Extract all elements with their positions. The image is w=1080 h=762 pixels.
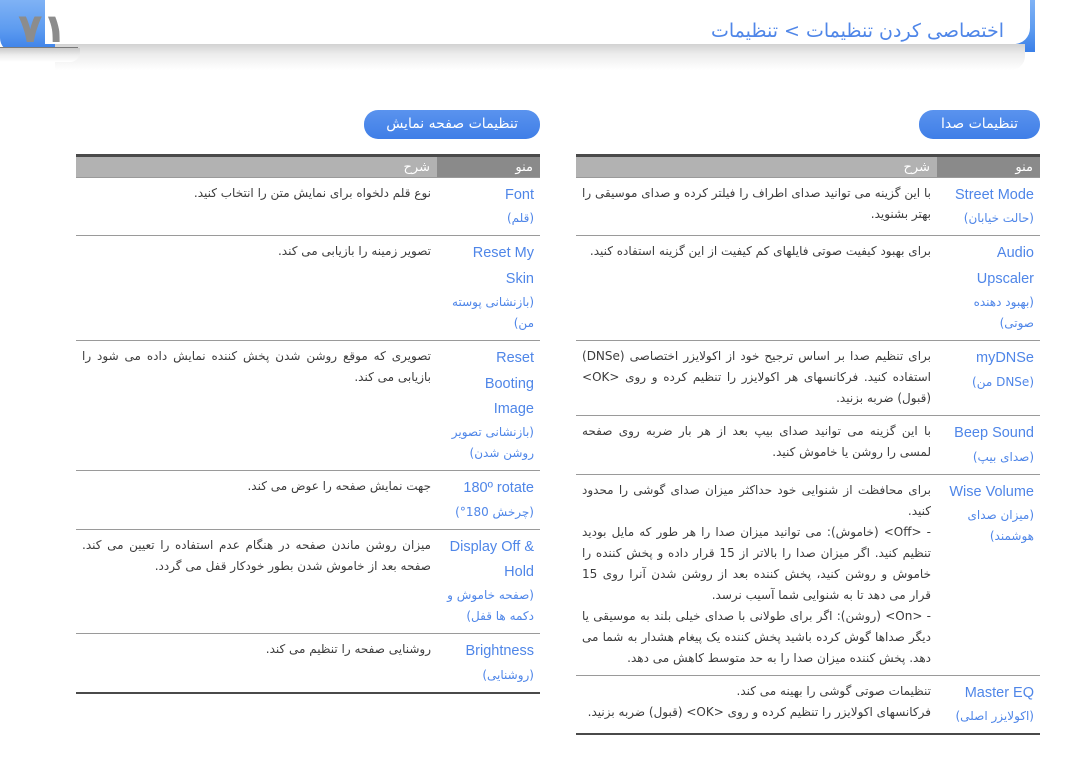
description-paragraph: جهت نمایش صفحه را عوض می کند.	[247, 479, 431, 494]
sound-badge-row: تنظیمات صدا	[576, 110, 1040, 139]
table-footer-rule	[76, 691, 540, 695]
table-row: Reset Booting Image (بازنشانی تصویر روشن …	[76, 340, 540, 471]
description-cell: برای تنظیم صدا بر اساس ترجیح خود از اکول…	[576, 340, 937, 416]
description-paragraph: روشنایی صفحه را تنظیم می کند.	[265, 642, 431, 657]
description-cell: با این گزینه می توانید صدای اطراف را فیل…	[576, 176, 937, 236]
table-row: Brightness (روشنایی) روشنایی صفحه را تنظیم…	[76, 633, 540, 693]
table-footer-rule	[576, 732, 1040, 736]
description-cell: برای محافظت از شنوایی خود حداکثر میزان ص…	[576, 473, 937, 675]
menu-label-fa: (صفحه خاموش و دکمه ها قفل)	[447, 588, 534, 624]
table-row: Wise Volume (میزان صدای هوشمند) برای محافظ…	[576, 473, 1040, 675]
menu-label-en: Beep Sound	[954, 425, 1034, 442]
description-cell: با این گزینه می توانید صدای بیپ بعد از ه…	[576, 415, 937, 474]
table-row: Street Mode (حالت خیابان) با این گزینه می …	[576, 176, 1040, 236]
page-content: تنظیمات صدا منو شرح Street Mode (حالت خیا…	[0, 110, 1080, 760]
description-paragraph: - <Off> (خاموش): می توانید میزان صدا را …	[582, 524, 931, 602]
display-settings-table: منو شرح Font (قلم) نوع قلم دلخواه برای نما…	[76, 154, 540, 695]
menu-label-en: myDNSe	[975, 350, 1034, 367]
table-row: myDNSe (DNSe من) برای تنظیم صدا بر اساس تر…	[576, 340, 1040, 416]
description-cell: روشنایی صفحه را تنظیم می کند.	[76, 633, 437, 693]
page-header: ۷۱ اختصاصی کردن تنظیمات > تنظیمات	[0, 0, 1080, 100]
table-header-row: منو شرح	[76, 154, 540, 178]
sound-settings-table: منو شرح Street Mode (حالت خیابان) با این گ…	[576, 154, 1040, 736]
description-paragraph: تصویری که موقع روشن شدن پخش کننده نمایش …	[82, 349, 431, 385]
header-shadow-sheet	[55, 44, 1025, 70]
column-header-description: شرح	[576, 154, 937, 178]
menu-label-fa: (چرخش 180°)	[455, 504, 534, 519]
section-badge-sound: تنظیمات صدا	[919, 110, 1040, 139]
description-paragraph: فرکانسهای اکولایزر را تنظیم کرده و روی <…	[587, 704, 931, 719]
menu-name-cell: Wise Volume (میزان صدای هوشمند)	[937, 473, 1040, 675]
menu-label-en: Wise Volume	[949, 483, 1034, 500]
table-row: 180º rotate (چرخش 180°) جهت نمایش صفحه را …	[76, 470, 540, 530]
menu-name-cell: Reset My Skin (بازنشانی پوسته من)	[437, 235, 540, 341]
menu-label-fa: (میزان صدای هوشمند)	[967, 507, 1034, 543]
menu-label-en: Font	[504, 187, 534, 203]
menu-label-fa: (حالت خیابان)	[963, 211, 1034, 226]
menu-name-cell: Brightness (روشنایی)	[437, 633, 540, 693]
table-row: Reset My Skin (بازنشانی پوسته من) تصویر زم…	[76, 235, 540, 341]
menu-name-cell: Font (قلم)	[437, 176, 540, 236]
menu-name-cell: Audio Upscaler (بهبود دهنده صوتی)	[937, 235, 1040, 341]
description-paragraph: تنظیمات صوتی گوشی را بهینه می کند.	[736, 683, 931, 698]
description-cell: میزان روشن ماندن صفحه در هنگام عدم استفا…	[76, 528, 437, 634]
menu-label-fa: (DNSe من)	[972, 374, 1034, 389]
table-row: Display Off & Hold (صفحه خاموش و دکمه ها …	[76, 528, 540, 634]
section-display-settings: تنظیمات صفحه نمایش منو شرح Font (قلم) نوع …	[58, 110, 558, 760]
menu-label-en: Reset Booting Image	[484, 350, 534, 417]
table-row: Beep Sound (صدای بیپ) با این گزینه می توان…	[576, 415, 1040, 474]
menu-label-en: Brightness	[465, 643, 534, 660]
description-cell: برای بهبود کیفیت صوتی فایلهای کم کیفیت ا…	[576, 235, 937, 341]
column-header-menu: منو	[437, 154, 540, 178]
menu-name-cell: Street Mode (حالت خیابان)	[937, 176, 1040, 236]
menu-label-fa: (بازنشانی تصویر روشن شدن)	[451, 425, 534, 461]
description-paragraph: - <On> (روشن): اگر برای طولانی با صدای خ…	[582, 608, 931, 665]
menu-label-en: Master EQ	[964, 684, 1034, 701]
table-row: Audio Upscaler (بهبود دهنده صوتی) برای بهب…	[576, 235, 1040, 341]
display-badge-row: تنظیمات صفحه نمایش	[76, 110, 540, 139]
menu-name-cell: Beep Sound (صدای بیپ)	[937, 415, 1040, 474]
menu-label-en: Audio Upscaler	[976, 245, 1034, 287]
menu-name-cell: Master EQ (اکولایزر اصلی)	[937, 674, 1040, 734]
menu-label-fa: (روشنایی)	[482, 667, 534, 682]
menu-name-cell: Reset Booting Image (بازنشانی تصویر روشن …	[437, 340, 540, 471]
description-paragraph: نوع قلم دلخواه برای نمایش متن را انتخاب …	[193, 186, 431, 200]
menu-label-en: Street Mode	[955, 187, 1034, 203]
table-row: Font (قلم) نوع قلم دلخواه برای نمایش متن ر…	[76, 176, 540, 236]
table-header-row: منو شرح	[576, 154, 1040, 178]
description-cell: تصویر زمینه را بازیابی می کند.	[76, 235, 437, 341]
breadcrumb: اختصاصی کردن تنظیمات > تنظیمات	[710, 20, 1004, 42]
column-header-menu: منو	[937, 154, 1040, 178]
column-header-description: شرح	[76, 154, 437, 178]
description-paragraph: با این گزینه می توانید صدای اطراف را فیل…	[582, 186, 931, 221]
menu-name-cell: Display Off & Hold (صفحه خاموش و دکمه ها …	[437, 528, 540, 634]
description-paragraph: تصویر زمینه را بازیابی می کند.	[277, 244, 431, 259]
menu-name-cell: 180º rotate (چرخش 180°)	[437, 470, 540, 530]
description-cell: تنظیمات صوتی گوشی را بهینه می کند. فرکانس…	[576, 674, 937, 734]
menu-label-en: Reset My Skin	[472, 245, 534, 287]
menu-label-fa: (صدای بیپ)	[972, 449, 1034, 464]
menu-label-en: Display Off & Hold	[449, 538, 534, 580]
menu-label-fa: (بازنشانی پوسته من)	[452, 295, 534, 331]
description-paragraph: برای تنظیم صدا بر اساس ترجیح خود از اکول…	[582, 349, 931, 406]
description-cell: نوع قلم دلخواه برای نمایش متن را انتخاب …	[76, 176, 437, 236]
menu-label-fa: (بهبود دهنده صوتی)	[973, 295, 1034, 331]
menu-label-en: 180º rotate	[463, 480, 534, 497]
menu-name-cell: myDNSe (DNSe من)	[937, 340, 1040, 416]
description-paragraph: برای محافظت از شنوایی خود حداکثر میزان ص…	[582, 482, 931, 518]
description-cell: تصویری که موقع روشن شدن پخش کننده نمایش …	[76, 340, 437, 471]
page-number: ۷۱	[18, 6, 67, 52]
section-sound-settings: تنظیمات صدا منو شرح Street Mode (حالت خیا…	[558, 110, 1058, 760]
section-badge-display: تنظیمات صفحه نمایش	[364, 110, 540, 139]
menu-label-fa: (اکولایزر اصلی)	[955, 708, 1034, 723]
description-paragraph: برای بهبود کیفیت صوتی فایلهای کم کیفیت ا…	[589, 244, 931, 259]
table-row: Master EQ (اکولایزر اصلی) تنظیمات صوتی گوش…	[576, 674, 1040, 734]
description-paragraph: با این گزینه می توانید صدای بیپ بعد از ه…	[582, 424, 931, 460]
description-cell: جهت نمایش صفحه را عوض می کند.	[76, 470, 437, 530]
menu-label-fa: (قلم)	[506, 211, 534, 226]
description-paragraph: میزان روشن ماندن صفحه در هنگام عدم استفا…	[82, 537, 431, 573]
